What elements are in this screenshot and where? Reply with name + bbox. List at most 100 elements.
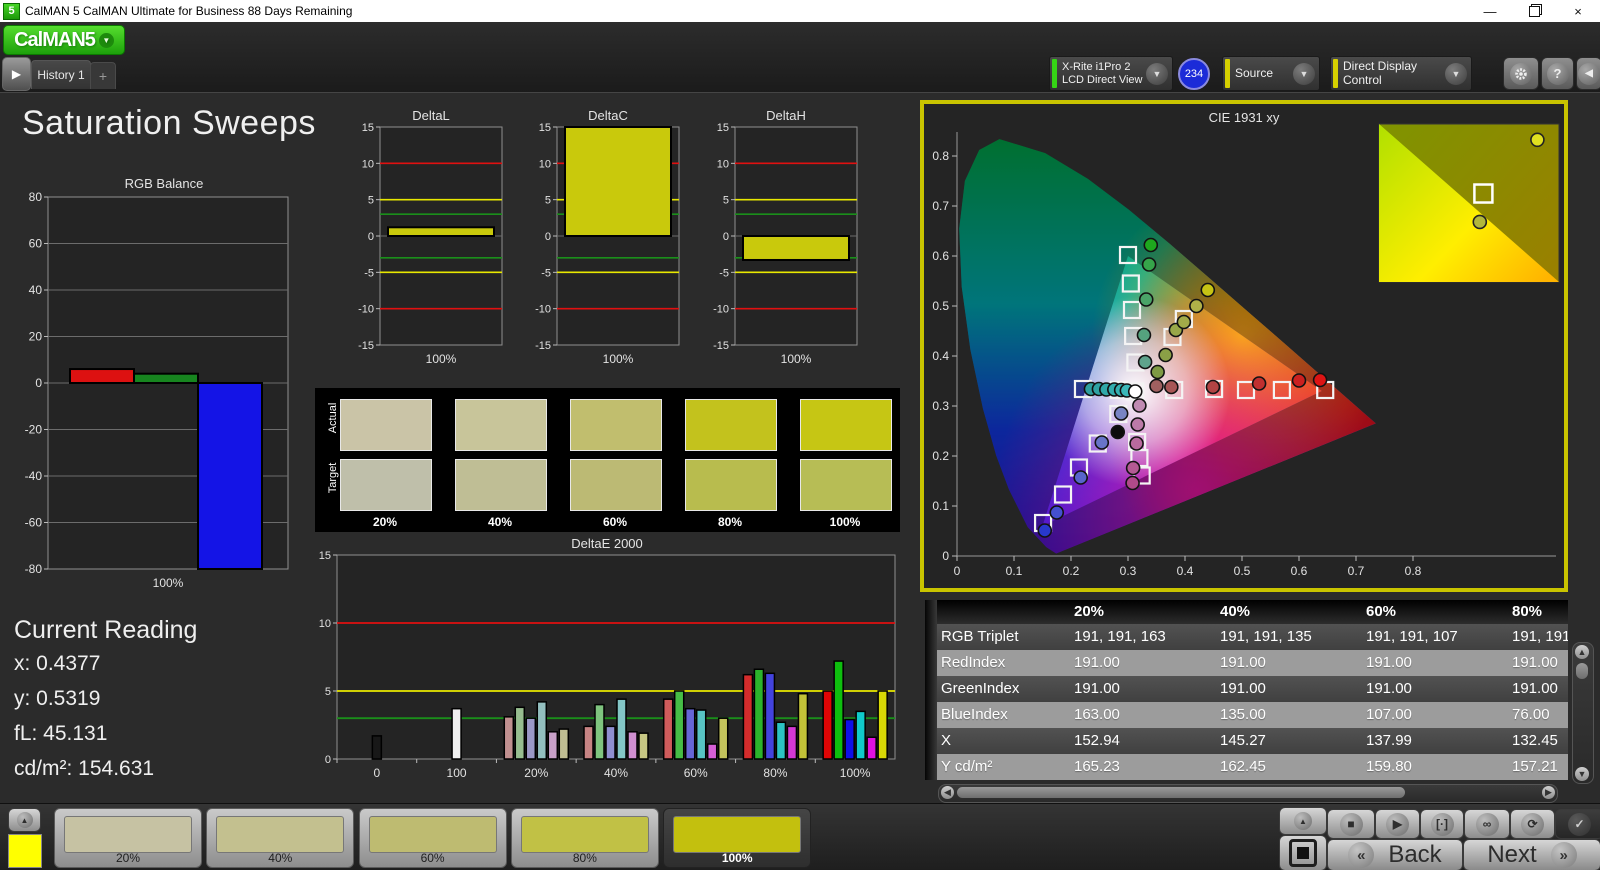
current-reading-title: Current Reading <box>14 616 197 645</box>
svg-text:10: 10 <box>362 158 374 170</box>
svg-text:0.3: 0.3 <box>932 399 949 413</box>
stop-pattern-button[interactable] <box>1279 835 1327 870</box>
next-button[interactable]: Next » <box>1463 839 1600 870</box>
table-cell: 191.00 <box>1216 676 1362 702</box>
swatch-column-label: 100% <box>800 515 890 529</box>
svg-text:0: 0 <box>368 231 374 243</box>
patch-label: 100% <box>664 851 810 865</box>
actual-swatch-100% <box>800 399 892 451</box>
svg-text:0.5: 0.5 <box>932 299 949 313</box>
table-header-80%: 80% <box>1508 600 1568 624</box>
table-vertical-scrollbar[interactable]: ▲ ▼ <box>1572 642 1594 784</box>
check-icon: ✓ <box>1568 813 1591 836</box>
patch-list-collapse-button[interactable]: ▲ <box>8 808 41 832</box>
svg-text:5: 5 <box>723 195 729 207</box>
table-row[interactable]: X152.94145.27137.99132.45 <box>925 728 1568 754</box>
svg-text:-10: -10 <box>358 304 374 316</box>
delta-h-chart: DeltaH-15-10-5051015100% <box>707 108 865 378</box>
minimize-button[interactable]: — <box>1468 0 1512 22</box>
chevrons-left-icon: « <box>1348 842 1374 868</box>
row-label-target: Target <box>327 452 339 504</box>
stop-button[interactable]: ■ <box>1327 809 1375 839</box>
svg-text:60: 60 <box>29 237 43 251</box>
continuous-icon: ∞ <box>1476 813 1499 836</box>
svg-text:0.8: 0.8 <box>1405 564 1422 578</box>
square-in-square-icon <box>1289 839 1317 867</box>
svg-text:0.1: 0.1 <box>932 499 949 513</box>
svg-text:100%: 100% <box>781 352 812 366</box>
restore-button[interactable] <box>1512 0 1556 22</box>
table-cell: 159.80 <box>1362 754 1508 780</box>
patch-button-100%[interactable]: 100% <box>663 808 811 868</box>
table-row[interactable]: Y cd/m²165.23162.45159.80157.21 <box>925 754 1568 780</box>
scrollbar-thumb[interactable] <box>957 787 1405 798</box>
table-cell: 132.45 <box>1508 728 1568 754</box>
tab-history-1[interactable]: History 1 <box>31 60 91 89</box>
scroll-up-icon[interactable]: ▲ <box>1575 645 1589 659</box>
scroll-down-icon[interactable]: ▼ <box>1575 767 1589 781</box>
add-tab-button[interactable]: + <box>90 62 116 89</box>
back-label: Back <box>1388 841 1441 869</box>
continuous-button[interactable]: ∞ <box>1464 809 1510 839</box>
transport-collapse-button[interactable]: ▲ <box>1279 807 1327 835</box>
scrollbar-thumb[interactable] <box>1576 663 1588 679</box>
collapse-panel-button[interactable]: ◀ <box>1576 57 1600 90</box>
gear-icon <box>1510 63 1532 85</box>
svg-text:-80: -80 <box>25 562 43 576</box>
table-row[interactable]: RGB Triplet191, 191, 163191, 191, 135191… <box>925 624 1568 650</box>
delta-l-chart: DeltaL-15-10-5051015100% <box>352 108 510 378</box>
meter-count-badge[interactable]: 234 <box>1178 58 1210 90</box>
table-cell: 165.23 <box>1070 754 1216 780</box>
actual-target-swatch-panel: ActualTarget20%40%60%80%100% <box>315 388 900 532</box>
rgb-balance-chart: RGB Balance -80-60-40-20020406080100% <box>18 176 310 608</box>
help-button[interactable]: ? <box>1541 57 1574 90</box>
table-cell: 135.00 <box>1216 702 1362 728</box>
source-dropdown[interactable]: Source ▼ <box>1222 56 1320 91</box>
patch-button-60%[interactable]: 60% <box>359 808 507 868</box>
table-cell: 191, 191, 135 <box>1216 624 1362 650</box>
scroll-left-icon[interactable]: ◀ <box>941 786 954 799</box>
settings-button[interactable] <box>1503 57 1539 90</box>
patch-button-80%[interactable]: 80% <box>511 808 659 868</box>
back-button[interactable]: « Back <box>1327 839 1463 870</box>
svg-text:20%: 20% <box>524 766 548 780</box>
check-button[interactable]: ✓ <box>1555 809 1600 839</box>
svg-text:0.4: 0.4 <box>932 349 949 363</box>
step-button[interactable]: [·] <box>1420 809 1464 839</box>
logo-text: CalMAN <box>14 29 85 52</box>
tab-scroll-button[interactable]: ▶ <box>2 57 31 91</box>
target-swatch-100% <box>800 459 892 511</box>
table-row[interactable]: BlueIndex163.00135.00107.0076.00 <box>925 702 1568 728</box>
table-cell: 107.00 <box>1362 702 1508 728</box>
meter-dropdown[interactable]: X-Rite i1Pro 2LCD Direct View ▼ <box>1049 56 1173 91</box>
table-cell: 152.94 <box>1070 728 1216 754</box>
loop-icon: ⟳ <box>1521 813 1544 836</box>
patch-label: 80% <box>512 851 658 865</box>
target-swatch-20% <box>340 459 432 511</box>
table-cell: 191.00 <box>1216 650 1362 676</box>
play-button[interactable]: ▶ <box>1375 809 1420 839</box>
scroll-right-icon[interactable]: ▶ <box>1542 786 1555 799</box>
table-header-20%: 20% <box>1070 600 1216 624</box>
patch-button-20%[interactable]: 20% <box>54 808 202 868</box>
table-row[interactable]: RedIndex191.00191.00191.00191.00 <box>925 650 1568 676</box>
svg-text:0: 0 <box>723 231 729 243</box>
svg-text:100%: 100% <box>603 352 634 366</box>
table-row[interactable]: GreenIndex191.00191.00191.00191.00 <box>925 676 1568 702</box>
loop-button[interactable]: ⟳ <box>1510 809 1555 839</box>
close-button[interactable]: × <box>1556 0 1600 22</box>
cie-1931-chart: CIE 1931 xy 00.10.20.30.40.50.60.70.800.… <box>920 100 1568 592</box>
patch-button-40%[interactable]: 40% <box>206 808 354 868</box>
svg-text:0.3: 0.3 <box>1120 564 1137 578</box>
svg-text:100%: 100% <box>153 576 184 590</box>
svg-text:0.5: 0.5 <box>1234 564 1251 578</box>
patch-color-swatch <box>521 816 649 853</box>
table-header-row: 20%40%60%80% <box>925 600 1568 624</box>
display-control-dropdown[interactable]: Direct Display Control ▼ <box>1330 56 1472 91</box>
calman-logo-button[interactable]: CalMAN5 ▼ <box>3 25 125 55</box>
svg-text:-15: -15 <box>358 340 374 352</box>
svg-text:60%: 60% <box>684 766 708 780</box>
svg-text:0.4: 0.4 <box>1177 564 1194 578</box>
table-horizontal-scrollbar[interactable]: ◀ ▶ <box>938 784 1558 803</box>
bottom-bar: ▲ 20%40%60% 80% 100% ▲ ■▶[·] ∞ ⟳ ✓ « Back Nex… <box>0 803 1600 870</box>
